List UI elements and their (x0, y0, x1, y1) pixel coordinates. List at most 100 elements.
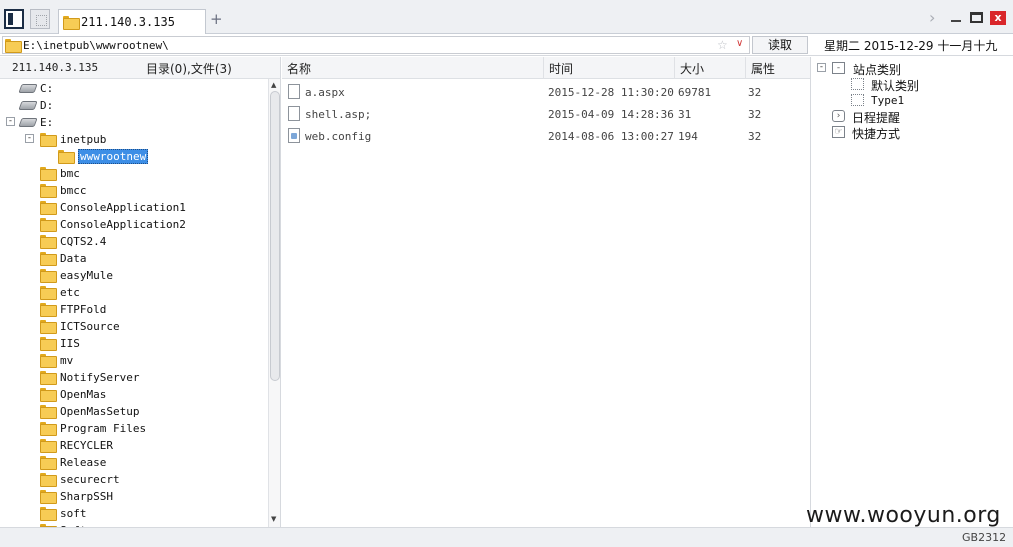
folder-icon (40, 218, 57, 232)
tree-folder-item[interactable]: ConsoleApplication1 (0, 199, 268, 216)
toggle-panel-button[interactable] (4, 9, 24, 29)
folder-icon (40, 167, 57, 181)
folder-icon (40, 507, 57, 521)
drive-icon (18, 101, 38, 110)
schedule-label: 日程提醒 (852, 111, 901, 125)
folder-icon (40, 235, 57, 249)
tree-item-label: Release (60, 456, 107, 469)
tree-folder-item[interactable]: wwwrootnew (0, 148, 268, 165)
tree-drive-item[interactable]: D: (0, 97, 268, 114)
tree-item-label: mv (60, 354, 74, 367)
tree-folder-item[interactable]: FTPFold (0, 301, 268, 318)
column-time[interactable]: 时间 (544, 57, 675, 79)
file-row[interactable]: a.aspx 2015-12-28 11:30:20 69781 32 (282, 81, 810, 103)
tree-folder-item[interactable]: mv (0, 352, 268, 369)
dir-file-count: 目录(0),文件(3) (146, 62, 232, 76)
tree-folder-item[interactable]: bmc (0, 165, 268, 182)
folder-icon (40, 371, 57, 385)
folder-icon (63, 16, 80, 30)
folder-icon (40, 252, 57, 266)
tree-folder-item[interactable]: Release (0, 454, 268, 471)
tree-folder-item[interactable]: - inetpub (0, 131, 268, 148)
tree-folder-item[interactable]: NotifyServer (0, 369, 268, 386)
file-name: shell.asp; (305, 108, 372, 121)
folder-icon (40, 388, 57, 402)
folder-icon (40, 354, 57, 368)
folder-icon (40, 456, 57, 470)
scrollbar-thumb[interactable] (270, 91, 280, 381)
tree-drive-item[interactable]: - E: (0, 114, 268, 131)
tree-folder-item[interactable]: OpenMasSetup (0, 403, 268, 420)
folder-icon (40, 337, 57, 351)
scroll-down-icon[interactable]: ▼ (271, 515, 276, 523)
maximize-icon[interactable] (970, 12, 983, 23)
tree-folder-item[interactable]: soft (0, 505, 268, 522)
tab-active[interactable]: 211.140.3.135 (58, 9, 206, 34)
site-panel: - - 站点类别 默认类别 Type1 › 日程提醒 ☞ 快捷方式 (810, 57, 1013, 527)
file-name: a.aspx (305, 86, 345, 99)
category-icon (851, 78, 864, 90)
add-tab-button[interactable]: + (210, 12, 223, 27)
tree-item-label: ConsoleApplication2 (60, 218, 186, 231)
column-name[interactable]: 名称 (282, 57, 544, 79)
tree-folder-item[interactable]: bmcc (0, 182, 268, 199)
file-name: web.config (305, 130, 372, 143)
collapse-icon[interactable]: - (6, 117, 15, 126)
tree-drive-item[interactable]: C: (0, 80, 268, 97)
tree-folder-item[interactable]: IIS (0, 335, 268, 352)
blank-page-button[interactable] (30, 9, 50, 29)
close-icon[interactable]: x (990, 11, 1006, 25)
tree-item-label: soft (60, 507, 87, 520)
tree-folder-item[interactable]: SharpSSH (0, 488, 268, 505)
tree-folder-item[interactable]: securecrt (0, 471, 268, 488)
tree-folder-item[interactable]: Data (0, 250, 268, 267)
folder-icon (5, 39, 22, 53)
chevron-right-icon[interactable]: › (929, 8, 935, 27)
file-attr: 32 (748, 130, 762, 143)
folder-icon (40, 133, 57, 147)
collapse-icon[interactable]: - (817, 63, 826, 72)
file-row[interactable]: shell.asp; 2015-04-09 14:28:36 31 32 (282, 103, 810, 125)
collapse-icon[interactable]: - (25, 134, 34, 143)
tree-item-label: bmcc (60, 184, 87, 197)
path-input[interactable] (23, 37, 713, 53)
tree-folder-item[interactable]: CQTS2.4 (0, 233, 268, 250)
file-attr: 32 (748, 108, 762, 121)
read-button[interactable]: 读取 (752, 36, 808, 54)
tree-folder-item[interactable]: Program Files (0, 420, 268, 437)
file-list-header: 名称 时间 大小 属性 (282, 57, 810, 79)
tree-item-label: FTPFold (60, 303, 107, 316)
scroll-up-icon[interactable]: ▲ (271, 81, 276, 89)
folder-icon (40, 184, 57, 198)
tree-item-label: etc (60, 286, 80, 299)
tree-folder-item[interactable]: easyMule (0, 267, 268, 284)
bookmark-icon[interactable]: ☆ (717, 38, 728, 52)
tree-scrollbar[interactable]: ▲ ▼ (268, 79, 281, 527)
column-attr[interactable]: 属性 (746, 57, 810, 79)
category-icon (851, 94, 864, 106)
chevron-down-icon[interactable]: ∨ (736, 38, 743, 49)
folder-icon (40, 473, 57, 487)
tree-folder-item[interactable]: etc (0, 284, 268, 301)
drive-icon (18, 118, 38, 127)
file-icon (288, 84, 300, 99)
tree-folder-item[interactable]: OpenMas (0, 386, 268, 403)
encoding-label: GB2312 (962, 531, 1007, 544)
clock-icon: › (832, 110, 845, 122)
tree-item-label: SharpSSH (60, 490, 113, 503)
tree-item-label: CQTS2.4 (60, 235, 107, 248)
file-size: 31 (678, 108, 692, 121)
tree-folder-item[interactable]: ConsoleApplication2 (0, 216, 268, 233)
host-label: 211.140.3.135 (12, 61, 99, 74)
tab-bar: 211.140.3.135 + › x (0, 0, 1013, 34)
tree-folder-item[interactable]: RECYCLER (0, 437, 268, 454)
folder-icon (40, 422, 57, 436)
tree-item-label: OpenMasSetup (60, 405, 140, 418)
file-row[interactable]: web.config 2014-08-06 13:00:27 194 32 (282, 125, 810, 147)
minimize-icon[interactable] (951, 20, 961, 22)
tree-folder-item[interactable]: ICTSource (0, 318, 268, 335)
folder-open-icon (58, 150, 75, 164)
file-icon (288, 106, 300, 121)
column-size[interactable]: 大小 (675, 57, 746, 79)
tree-item-label: securecrt (60, 473, 120, 486)
